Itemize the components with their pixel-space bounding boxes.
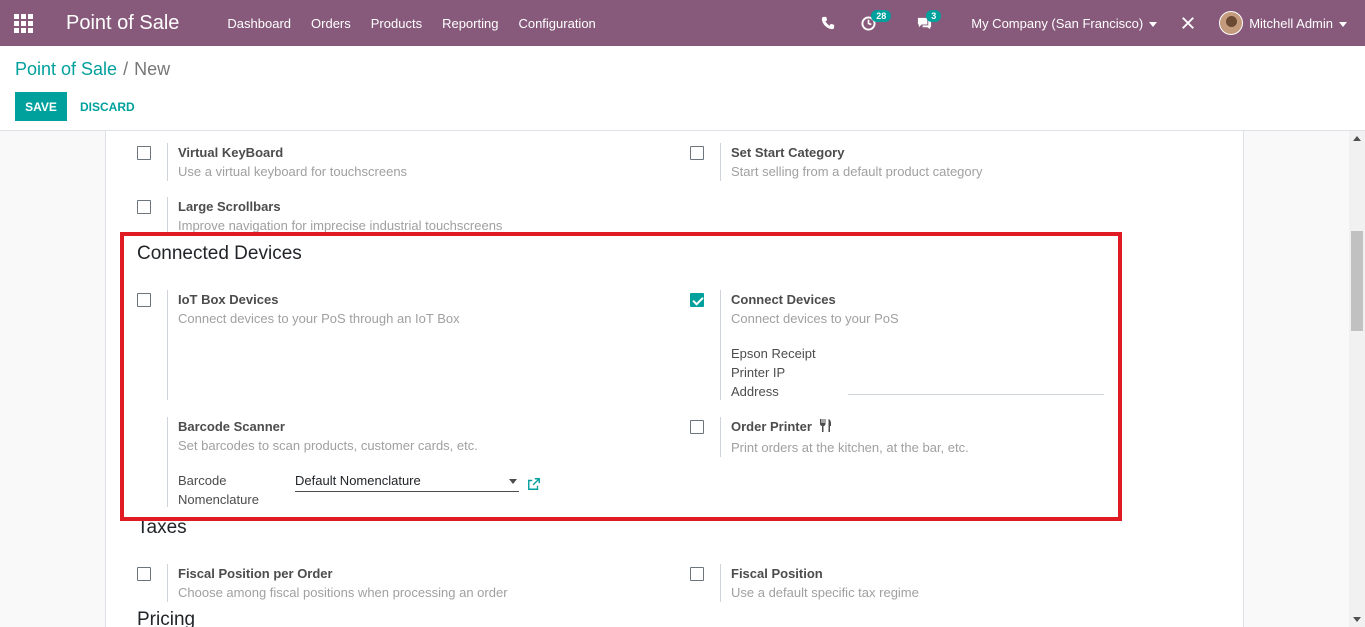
- virtual-keyboard-setting: Virtual KeyBoard Use a virtual keyboard …: [167, 143, 647, 181]
- setting-title: Connect Devices: [731, 292, 836, 307]
- setting-title: Order Printer: [731, 417, 1120, 438]
- menu-reporting[interactable]: Reporting: [432, 16, 508, 31]
- label-line: Barcode: [178, 473, 227, 488]
- label-line: Address: [731, 384, 779, 399]
- user-menu[interactable]: Mitchell Admin: [1249, 16, 1347, 31]
- scroll-up-arrow-icon[interactable]: [1353, 136, 1361, 141]
- connect-devices-checkbox[interactable]: [690, 293, 704, 307]
- order-printer-title: Order Printer: [731, 419, 812, 434]
- messages-count-badge: 3: [926, 9, 942, 22]
- setting-description: Improve navigation for imprecise industr…: [178, 218, 503, 233]
- order-printer-setting: Order Printer Print orders at the kitche…: [720, 417, 1120, 457]
- phone-icon[interactable]: [821, 16, 835, 30]
- apps-menu-icon[interactable]: [0, 0, 46, 46]
- label-line: Printer IP: [731, 365, 786, 380]
- setting-description: Set barcodes to scan products, customer …: [178, 438, 478, 453]
- user-name: Mitchell Admin: [1249, 15, 1333, 31]
- epson-printer-ip-label: Epson Receipt Printer IP Address: [731, 344, 816, 401]
- setting-description: Connect devices to your PoS: [731, 311, 899, 326]
- menu-dashboard[interactable]: Dashboard: [217, 16, 301, 31]
- debug-tools-icon[interactable]: [1181, 16, 1195, 30]
- fiscal-position-per-order-setting: Fiscal Position per Order Choose among f…: [167, 564, 647, 602]
- breadcrumb: Point of Sale / New: [15, 59, 170, 80]
- form-sheet: Virtual KeyBoard Use a virtual keyboard …: [105, 131, 1244, 627]
- control-panel: Point of Sale / New SAVE DISCARD: [0, 46, 1365, 131]
- virtual-keyboard-checkbox[interactable]: [137, 146, 151, 160]
- section-title-taxes: Taxes: [137, 517, 187, 538]
- start-category-checkbox[interactable]: [690, 146, 704, 160]
- iot-box-setting: IoT Box Devices Connect devices to your …: [167, 290, 647, 400]
- section-title-pricing: Pricing: [137, 609, 196, 627]
- setting-title: IoT Box Devices: [178, 292, 279, 307]
- restaurant-fork-knife-icon: [819, 418, 832, 438]
- epson-printer-ip-input[interactable]: [848, 375, 1104, 395]
- start-category-setting: Set Start Category Start selling from a …: [720, 143, 1170, 181]
- main-menu: Dashboard Orders Products Reporting Conf…: [217, 16, 605, 31]
- chevron-down-icon[interactable]: [509, 479, 517, 484]
- label-line: Nomenclature: [178, 492, 259, 507]
- app-title[interactable]: Point of Sale: [66, 12, 179, 35]
- setting-title: Fiscal Position: [731, 566, 823, 581]
- breadcrumb-current: New: [134, 59, 171, 79]
- company-name: My Company (San Francisco): [971, 15, 1144, 31]
- setting-description: Use a virtual keyboard for touchscreens: [178, 164, 408, 179]
- large-scrollbars-setting: Large Scrollbars Improve navigation for …: [167, 197, 647, 235]
- menu-orders[interactable]: Orders: [301, 16, 361, 31]
- top-navbar: Point of Sale Dashboard Orders Products …: [0, 0, 1365, 46]
- avatar[interactable]: [1219, 11, 1244, 35]
- setting-title: Virtual KeyBoard: [178, 145, 284, 160]
- menu-products[interactable]: Products: [361, 16, 432, 31]
- discard-button[interactable]: DISCARD: [80, 92, 135, 121]
- breadcrumb-separator: /: [123, 59, 129, 79]
- setting-description: Start selling from a default product cat…: [731, 164, 983, 179]
- form-content: Virtual KeyBoard Use a virtual keyboard …: [0, 131, 1349, 627]
- iot-box-checkbox[interactable]: [137, 293, 151, 307]
- messages-icon[interactable]: 3: [916, 9, 942, 31]
- fiscal-position-checkbox[interactable]: [690, 567, 704, 581]
- menu-configuration[interactable]: Configuration: [508, 16, 605, 31]
- setting-description: Connect devices to your PoS through an I…: [178, 311, 460, 326]
- breadcrumb-parent[interactable]: Point of Sale: [15, 59, 117, 79]
- scrollbar-thumb[interactable]: [1351, 231, 1363, 331]
- nomenclature-value: Default Nomenclature: [295, 473, 421, 488]
- setting-title: Set Start Category: [731, 145, 845, 160]
- section-title-connected-devices: Connected Devices: [137, 243, 302, 264]
- company-switcher[interactable]: My Company (San Francisco): [971, 15, 1158, 31]
- barcode-nomenclature-select[interactable]: Default Nomenclature: [295, 471, 519, 492]
- activity-count-badge: 28: [871, 9, 892, 22]
- fiscal-position-setting: Fiscal Position Use a default specific t…: [720, 564, 1120, 602]
- label-line: Epson Receipt: [731, 346, 816, 361]
- setting-description: Print orders at the kitchen, at the bar,…: [731, 440, 969, 455]
- save-button[interactable]: SAVE: [15, 92, 67, 121]
- barcode-nomenclature-label: Barcode Nomenclature: [178, 471, 259, 509]
- setting-title: Barcode Scanner: [178, 419, 285, 434]
- setting-title: Fiscal Position per Order: [178, 566, 333, 581]
- setting-title: Large Scrollbars: [178, 199, 281, 214]
- chevron-down-icon: [1339, 21, 1347, 27]
- setting-description: Use a default specific tax regime: [731, 585, 919, 600]
- page-scrollbar[interactable]: [1349, 131, 1365, 627]
- activity-clock-icon[interactable]: 28: [861, 9, 892, 31]
- scroll-down-arrow-icon[interactable]: [1353, 617, 1361, 622]
- setting-description: Choose among fiscal positions when proce…: [178, 585, 508, 600]
- fiscal-position-per-order-checkbox[interactable]: [137, 567, 151, 581]
- order-printer-checkbox[interactable]: [690, 420, 704, 434]
- large-scrollbars-checkbox[interactable]: [137, 200, 151, 214]
- navbar-systray: 28 3 My Company (San Francisco) Mitchell…: [811, 0, 1365, 46]
- external-link-icon[interactable]: [527, 477, 541, 494]
- chevron-down-icon: [1149, 21, 1158, 27]
